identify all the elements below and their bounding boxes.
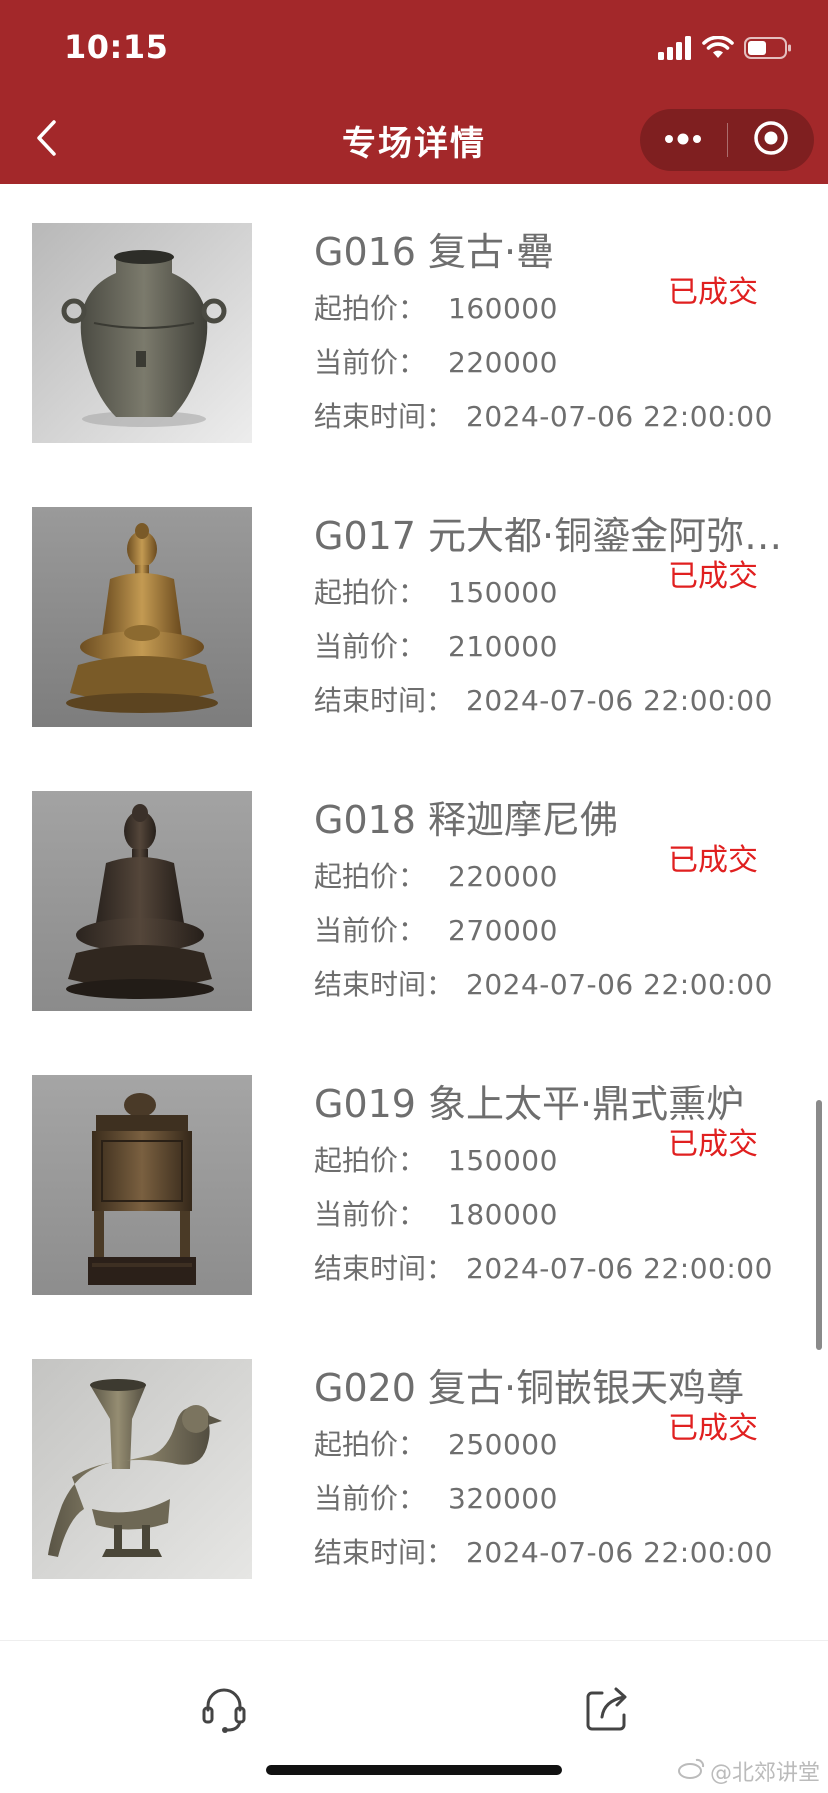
status-badge: 已成交 (668, 843, 758, 878)
start-price-row: 起拍价： 160000 (314, 291, 558, 327)
current-price-value: 210000 (448, 630, 558, 663)
current-price-row: 当前价： 180000 (314, 1197, 558, 1233)
status-time: 10:15 (64, 28, 169, 66)
end-time-row: 结束时间： 2024-07-06 22:00:00 (314, 1535, 773, 1571)
current-price-label: 当前价： (314, 1482, 427, 1515)
start-price-label: 起拍价： (314, 860, 427, 893)
lot-item[interactable]: G018 释迦摩尼佛 起拍价： 220000 当前价： 270000 结束时间： 20… (0, 791, 828, 1011)
current-price-row: 当前价： 220000 (314, 345, 558, 381)
lot-thumbnail (32, 223, 252, 443)
status-badge: 已成交 (668, 275, 758, 310)
customer-service-icon (200, 1684, 248, 1738)
current-price-label: 当前价： (314, 914, 427, 947)
wifi-icon (702, 35, 734, 64)
end-time-row: 结束时间： 2024-07-06 22:00:00 (314, 683, 773, 719)
close-miniprogram-button[interactable] (728, 109, 815, 171)
current-price-label: 当前价： (314, 630, 427, 663)
start-price-row: 起拍价： 220000 (314, 859, 558, 895)
status-badge: 已成交 (668, 559, 758, 594)
lot-title: G017 元大都·铜鎏金阿弥陀佛 (314, 514, 800, 558)
more-button[interactable] (640, 109, 727, 171)
end-time-label: 结束时间： (314, 968, 455, 1001)
end-time-label: 结束时间： (314, 684, 455, 717)
start-price-row: 起拍价： 150000 (314, 575, 558, 611)
end-time-value: 2024-07-06 22:00:00 (466, 400, 773, 433)
close-miniprogram-icon (753, 120, 789, 160)
current-price-value: 270000 (448, 914, 558, 947)
watermark-text: @北郊讲堂 (709, 1761, 820, 1786)
start-price-value: 250000 (448, 1428, 558, 1461)
lot-item[interactable]: G020 复古·铜嵌银天鸡尊 起拍价： 250000 当前价： 320000 结束时… (0, 1359, 828, 1579)
home-indicator (266, 1765, 562, 1775)
start-price-value: 160000 (448, 292, 558, 325)
lot-thumbnail (32, 1075, 252, 1295)
start-price-row: 起拍价： 150000 (314, 1143, 558, 1179)
lot-item[interactable]: G019 象上太平·鼎式熏炉 起拍价： 150000 当前价： 180000 结束时… (0, 1075, 828, 1295)
status-badge: 已成交 (668, 1411, 758, 1446)
start-price-label: 起拍价： (314, 1144, 427, 1177)
lot-title: G019 象上太平·鼎式熏炉 (314, 1082, 745, 1126)
end-time-label: 结束时间： (314, 1536, 455, 1569)
lot-title: G018 释迦摩尼佛 (314, 798, 619, 842)
current-price-value: 320000 (448, 1482, 558, 1515)
current-price-label: 当前价： (314, 346, 427, 379)
start-price-value: 150000 (448, 1144, 558, 1177)
signal-icon (658, 36, 692, 64)
start-price-label: 起拍价： (314, 576, 427, 609)
miniprogram-capsule (640, 109, 814, 171)
start-price-row: 起拍价： 250000 (314, 1427, 558, 1463)
end-time-label: 结束时间： (314, 1252, 455, 1285)
more-icon (663, 131, 703, 150)
share-icon (582, 1685, 630, 1737)
current-price-row: 当前价： 320000 (314, 1481, 558, 1517)
end-time-label: 结束时间： (314, 400, 455, 433)
end-time-value: 2024-07-06 22:00:00 (466, 1536, 773, 1569)
end-time-value: 2024-07-06 22:00:00 (466, 684, 773, 717)
lot-title: G016 复古·罍 (314, 230, 555, 274)
end-time-value: 2024-07-06 22:00:00 (466, 1252, 773, 1285)
lot-thumbnail (32, 1359, 252, 1579)
end-time-value: 2024-07-06 22:00:00 (466, 968, 773, 1001)
lot-item[interactable]: G016 复古·罍 起拍价： 160000 当前价： 220000 结束时间： 202… (0, 223, 828, 443)
weibo-logo-icon (677, 1757, 706, 1785)
lot-thumbnail (32, 507, 252, 727)
start-price-value: 220000 (448, 860, 558, 893)
lot-item[interactable]: G017 元大都·铜鎏金阿弥陀佛 起拍价： 150000 当前价： 210000 结… (0, 507, 828, 727)
customer-service-button[interactable] (196, 1683, 252, 1739)
lot-thumbnail (32, 791, 252, 1011)
status-icons (658, 34, 792, 66)
lot-title: G020 复古·铜嵌银天鸡尊 (314, 1366, 745, 1410)
watermark: @北郊讲堂 (677, 1755, 820, 1787)
current-price-label: 当前价： (314, 1198, 427, 1231)
current-price-row: 当前价： 270000 (314, 913, 558, 949)
end-time-row: 结束时间： 2024-07-06 22:00:00 (314, 399, 773, 435)
current-price-row: 当前价： 210000 (314, 629, 558, 665)
start-price-value: 150000 (448, 576, 558, 609)
app-header: 10:15 专场详情 (0, 0, 828, 184)
end-time-row: 结束时间： 2024-07-06 22:00:00 (314, 1251, 773, 1287)
current-price-value: 180000 (448, 1198, 558, 1231)
start-price-label: 起拍价： (314, 1428, 427, 1461)
scrollbar[interactable] (816, 1100, 822, 1350)
share-button[interactable] (578, 1683, 634, 1739)
bottom-toolbar: @北郊讲堂 (0, 1640, 828, 1793)
battery-icon (744, 36, 792, 64)
status-badge: 已成交 (668, 1127, 758, 1162)
current-price-value: 220000 (448, 346, 558, 379)
end-time-row: 结束时间： 2024-07-06 22:00:00 (314, 967, 773, 1003)
start-price-label: 起拍价： (314, 292, 427, 325)
